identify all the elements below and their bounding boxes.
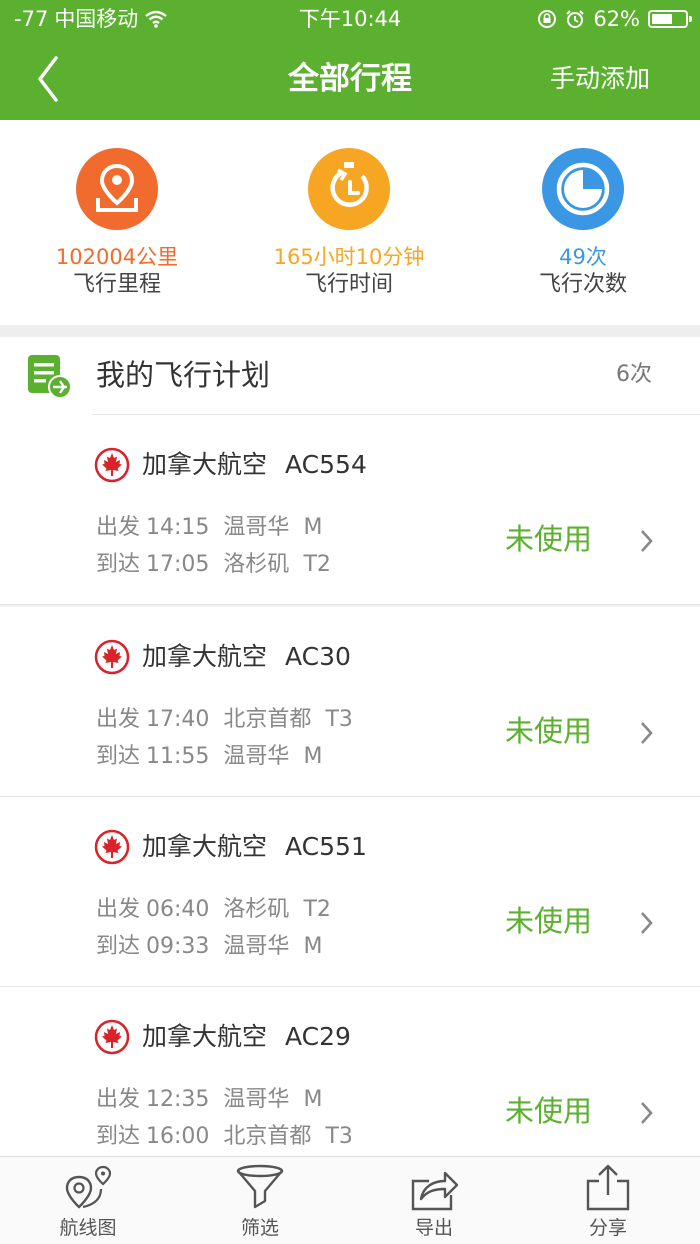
arrival-row: 到达 16:00 北京首都 T3 — [96, 1124, 353, 1149]
stat-mileage[interactable]: 102004公里 飞行里程 — [17, 148, 217, 300]
alarm-icon — [566, 10, 585, 28]
stat-value: 102004公里 — [55, 245, 179, 269]
route-map-icon — [65, 1165, 112, 1209]
stat-value: 165小时10分钟 — [273, 245, 425, 269]
stopwatch-icon — [308, 148, 390, 230]
tab-label: 导出 — [414, 1217, 453, 1239]
stat-label: 飞行时间 — [304, 272, 393, 297]
air-canada-maple-leaf-icon — [94, 447, 130, 483]
arrival-row: 到达 09:33 温哥华 M — [96, 934, 323, 959]
section-title: 我的飞行计划 — [96, 358, 271, 392]
flight-number: AC551 — [285, 832, 367, 861]
stat-flight-count[interactable]: 49次 飞行次数 — [483, 148, 683, 300]
back-arrow-icon[interactable] — [26, 52, 76, 106]
departure-row: 出发 06:40 洛杉矶 T2 — [96, 897, 331, 922]
share-button[interactable]: 分享 — [558, 1163, 658, 1239]
route-map-button[interactable]: 航线图 — [38, 1163, 138, 1239]
share-icon — [586, 1164, 630, 1211]
battery-level — [652, 14, 672, 24]
air-canada-maple-leaf-icon — [94, 829, 130, 865]
airline-name: 加拿大航空 — [142, 642, 268, 671]
stat-label: 飞行里程 — [72, 272, 161, 297]
export-icon — [411, 1171, 459, 1211]
flight-item[interactable]: 加拿大航空 AC551 出发 06:40 洛杉矶 T2 到达 09:33 温哥华 M 未使用 — [0, 797, 700, 987]
funnel-icon — [236, 1164, 284, 1209]
airline-name: 加拿大航空 — [142, 450, 268, 479]
export-button[interactable]: 导出 — [384, 1163, 484, 1239]
filter-button[interactable]: 筛选 — [210, 1163, 310, 1239]
flight-status: 未使用 — [505, 714, 593, 748]
battery-percent: 62% — [593, 7, 640, 31]
flight-item[interactable]: 加拿大航空 AC30 出发 17:40 北京首都 T3 到达 11:55 温哥华 M 未使用 — [0, 607, 700, 797]
carrier-name: 中国移动 — [54, 7, 139, 31]
air-canada-maple-leaf-icon — [94, 1019, 130, 1055]
flight-number: AC29 — [285, 1022, 351, 1051]
section-divider — [0, 325, 700, 337]
air-canada-maple-leaf-icon — [94, 639, 130, 675]
tab-label: 航线图 — [59, 1217, 117, 1239]
departure-row: 出发 17:40 北京首都 T3 — [96, 707, 353, 732]
signal-strength: -77 — [14, 7, 49, 31]
flight-item[interactable]: 加拿大航空 AC29 出发 12:35 温哥华 M 到达 16:00 北京首都 T3 未使用 — [0, 987, 700, 1177]
chevron-right-icon — [641, 1102, 653, 1124]
flight-number: AC30 — [285, 642, 351, 671]
chevron-right-icon — [641, 530, 653, 552]
rotation-lock-icon — [538, 10, 557, 28]
flight-status: 未使用 — [505, 1094, 593, 1128]
location-pin-icon — [76, 148, 158, 230]
nav-bar: 全部行程 手动添加 — [0, 38, 700, 120]
tab-label: 分享 — [588, 1217, 627, 1239]
bottom-toolbar: 航线图 筛选 导出 分享 — [0, 1156, 700, 1244]
arrival-row: 到达 17:05 洛杉矶 T2 — [96, 552, 331, 577]
battery-icon — [648, 10, 692, 28]
airline-name: 加拿大航空 — [142, 1022, 268, 1051]
flight-number: AC554 — [285, 450, 367, 479]
flight-item[interactable]: 加拿大航空 AC554 出发 14:15 温哥华 M 到达 17:05 洛杉矶 T2 未使用 — [0, 415, 700, 605]
departure-row: 出发 12:35 温哥华 M — [96, 1087, 323, 1112]
departure-row: 出发 14:15 温哥华 M — [96, 515, 323, 540]
manual-add-button[interactable]: 手动添加 — [550, 38, 650, 120]
section-count: 6次 — [616, 362, 652, 387]
pie-chart-icon — [542, 148, 624, 230]
header: -77 中国移动 下午10:44 62% 全部行程 手动添加 — [0, 0, 700, 120]
stats-panel: 102004公里 飞行里程 165小时10分钟 飞行时间 49次 飞行次数 — [0, 120, 700, 325]
chevron-right-icon — [641, 722, 653, 744]
status-bar: -77 中国移动 下午10:44 62% — [0, 0, 700, 38]
tab-label: 筛选 — [240, 1217, 279, 1239]
stat-flight-time[interactable]: 165小时10分钟 飞行时间 — [249, 148, 449, 300]
flight-plan-header: 我的飞行计划 6次 — [0, 337, 700, 415]
flight-status: 未使用 — [505, 522, 593, 556]
flight-plan-icon — [28, 355, 72, 399]
arrival-row: 到达 11:55 温哥华 M — [96, 744, 323, 769]
wifi-icon — [145, 10, 168, 28]
stat-label: 飞行次数 — [538, 272, 627, 297]
flight-status: 未使用 — [505, 904, 593, 938]
airline-name: 加拿大航空 — [142, 832, 268, 861]
stat-value: 49次 — [559, 245, 607, 269]
chevron-right-icon — [641, 912, 653, 934]
